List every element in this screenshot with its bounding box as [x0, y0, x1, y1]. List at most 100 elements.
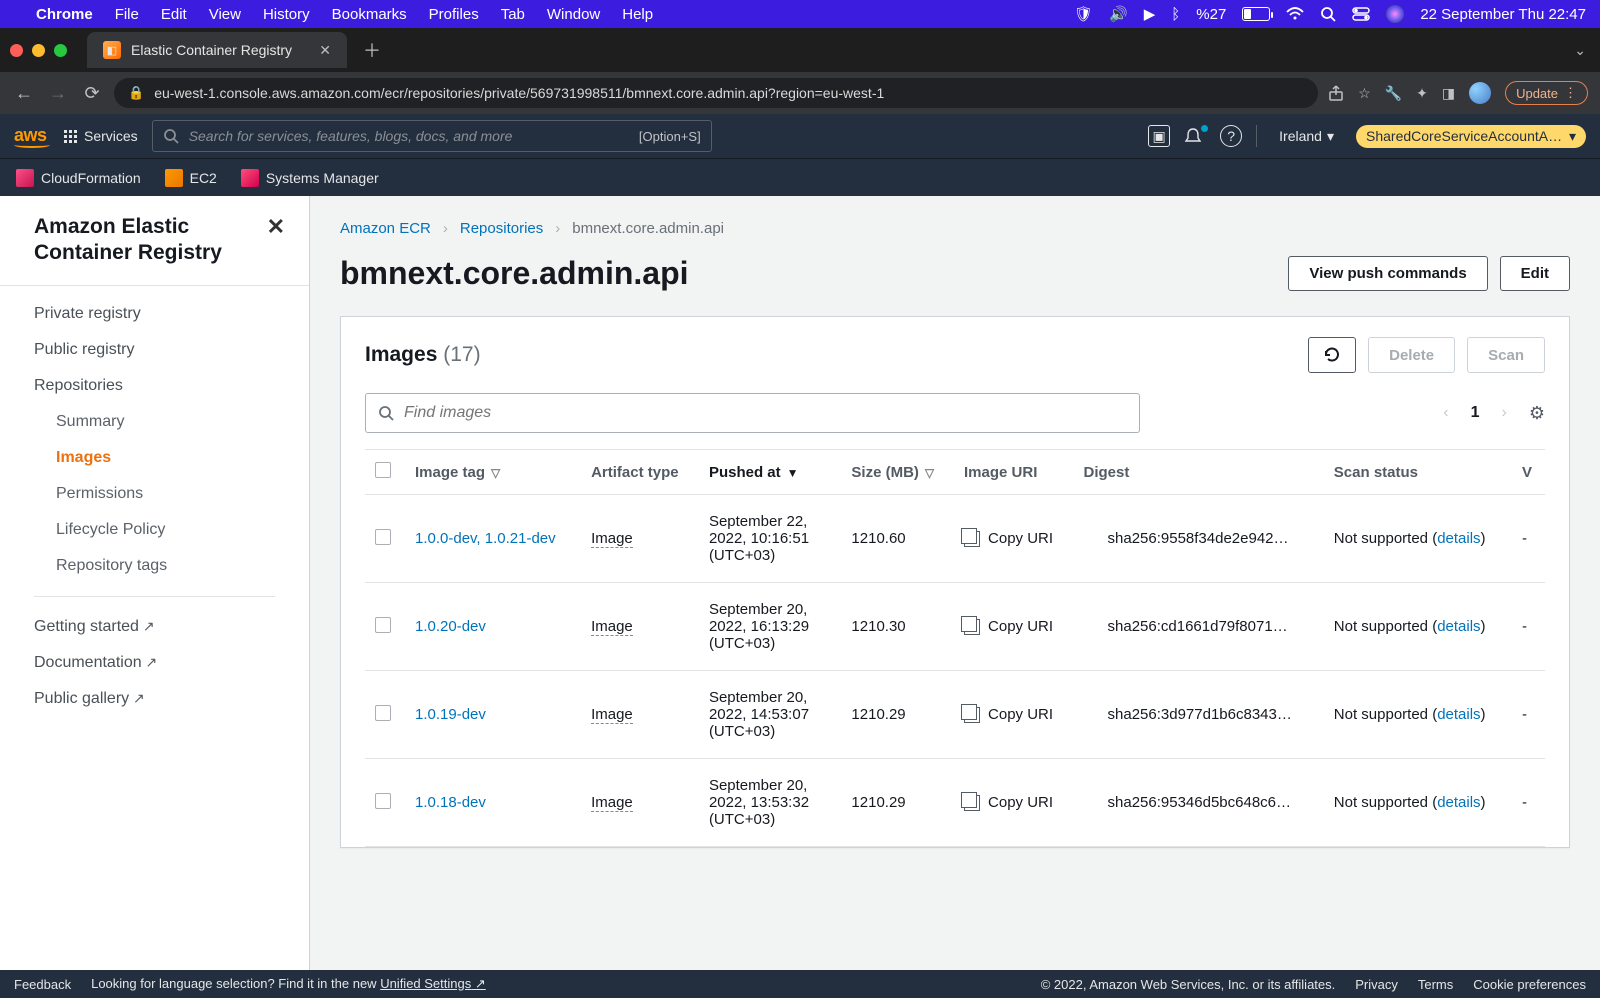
bluetooth-icon[interactable]: ᛒ [1171, 6, 1180, 23]
sidebar-permissions[interactable]: Permissions [0, 476, 309, 512]
extensions-icon[interactable]: ✦ [1416, 85, 1428, 102]
find-images-field[interactable] [404, 404, 1127, 422]
image-tag-link[interactable]: 1.0.20-dev [415, 618, 486, 635]
spotlight-icon[interactable] [1320, 6, 1336, 22]
digest-value[interactable]: sha256:9558f34de2e942… [1084, 530, 1314, 547]
copy-uri-button[interactable]: Copy URI [964, 530, 1064, 547]
col-scan-status[interactable]: Scan status [1324, 450, 1512, 495]
sidebar-repositories[interactable]: Repositories [0, 368, 309, 404]
row-checkbox[interactable] [375, 793, 391, 809]
aws-logo[interactable]: aws [14, 125, 50, 148]
scan-details-link[interactable]: details [1437, 794, 1480, 811]
copy-uri-button[interactable]: Copy URI [964, 618, 1064, 635]
tabs-overflow-icon[interactable]: ⌄ [1574, 42, 1590, 59]
footer-cookies[interactable]: Cookie preferences [1473, 977, 1586, 992]
mac-menu-edit[interactable]: Edit [161, 6, 187, 23]
address-bar[interactable]: 🔒 eu-west-1.console.aws.amazon.com/ecr/r… [114, 78, 1318, 108]
aws-search[interactable]: Search for services, features, blogs, do… [152, 120, 712, 152]
star-icon[interactable]: ☆ [1358, 85, 1371, 102]
volume-icon[interactable]: 🔊 [1109, 5, 1128, 23]
shield-icon[interactable]: 🛡 [1074, 5, 1093, 23]
breadcrumb-root[interactable]: Amazon ECR [340, 220, 431, 237]
sidebar-summary[interactable]: Summary [0, 404, 309, 440]
col-image-uri[interactable]: Image URI [954, 450, 1074, 495]
copy-uri-button[interactable]: Copy URI [964, 794, 1064, 811]
sidebar-repository-tags[interactable]: Repository tags [0, 548, 309, 584]
browser-tab[interactable]: ◧ Elastic Container Registry ✕ [87, 32, 347, 68]
reload-button[interactable]: ⟳ [80, 83, 104, 104]
digest-value[interactable]: sha256:3d977d1b6c8343… [1084, 706, 1314, 723]
footer-terms[interactable]: Terms [1418, 977, 1453, 992]
mac-menu-profiles[interactable]: Profiles [429, 6, 479, 23]
scan-details-link[interactable]: details [1437, 530, 1480, 547]
digest-value[interactable]: sha256:95346d5bc648c6… [1084, 794, 1314, 811]
new-tab-button[interactable]: ＋ [357, 37, 387, 63]
image-tag-link[interactable]: 1.0.18-dev [415, 794, 486, 811]
services-menu[interactable]: Services [64, 128, 138, 144]
share-icon[interactable] [1328, 85, 1344, 101]
edit-button[interactable]: Edit [1500, 256, 1570, 291]
col-image-tag[interactable]: Image tag▽ [405, 450, 581, 495]
wrench-icon[interactable]: 🔧 [1385, 85, 1402, 102]
refresh-button[interactable] [1308, 337, 1356, 373]
select-all-checkbox[interactable] [375, 462, 391, 478]
fav-cloudformation[interactable]: CloudFormation [16, 169, 141, 187]
siri-icon[interactable] [1386, 5, 1404, 23]
update-button[interactable]: Update⋮ [1505, 81, 1588, 105]
control-center-icon[interactable] [1352, 7, 1370, 21]
fav-ec2[interactable]: EC2 [165, 169, 217, 187]
breadcrumb-repositories[interactable]: Repositories [460, 220, 543, 237]
image-tag-link[interactable]: 1.0.0-dev, 1.0.21-dev [415, 530, 556, 547]
mac-menu-bookmarks[interactable]: Bookmarks [332, 6, 407, 23]
sidebar-public-registry[interactable]: Public registry [0, 332, 309, 368]
battery-icon[interactable] [1242, 7, 1270, 21]
mac-menu-history[interactable]: History [263, 6, 310, 23]
row-checkbox[interactable] [375, 705, 391, 721]
row-checkbox[interactable] [375, 617, 391, 633]
collapse-sidebar-icon[interactable]: ✕ [267, 214, 285, 267]
scan-details-link[interactable]: details [1437, 706, 1480, 723]
sidebar-getting-started[interactable]: Getting started [0, 609, 309, 645]
fav-systems-manager[interactable]: Systems Manager [241, 169, 379, 187]
minimize-window-icon[interactable] [32, 44, 45, 57]
sidepanel-icon[interactable]: ◨ [1442, 85, 1455, 102]
col-vulnerabilities[interactable]: V [1512, 450, 1545, 495]
cloudshell-icon[interactable]: ▣ [1148, 125, 1170, 147]
sidebar-private-registry[interactable]: Private registry [0, 296, 309, 332]
help-icon[interactable]: ? [1220, 125, 1242, 147]
sidebar-documentation[interactable]: Documentation [0, 645, 309, 681]
account-selector[interactable]: SharedCoreServiceAccountAcces…▾ [1356, 125, 1586, 148]
mac-menu-tab[interactable]: Tab [501, 6, 525, 23]
close-window-icon[interactable] [10, 44, 23, 57]
scan-details-link[interactable]: details [1437, 618, 1480, 635]
table-settings-icon[interactable]: ⚙ [1529, 403, 1545, 424]
wifi-icon[interactable] [1286, 7, 1304, 21]
notifications-icon[interactable] [1184, 127, 1206, 145]
image-tag-link[interactable]: 1.0.19-dev [415, 706, 486, 723]
profile-avatar-icon[interactable] [1469, 82, 1491, 104]
mac-menu-view[interactable]: View [209, 6, 241, 23]
footer-privacy[interactable]: Privacy [1355, 977, 1398, 992]
col-digest[interactable]: Digest [1074, 450, 1324, 495]
unified-settings-link[interactable]: Unified Settings ↗ [380, 976, 486, 991]
mac-datetime[interactable]: 22 September Thu 22:47 [1420, 6, 1586, 23]
region-selector[interactable]: Ireland▾ [1271, 128, 1342, 145]
tab-close-icon[interactable]: ✕ [319, 42, 331, 59]
back-button[interactable]: ← [12, 83, 36, 104]
col-size[interactable]: Size (MB)▽ [841, 450, 954, 495]
sidebar-images[interactable]: Images [0, 440, 309, 476]
sidebar-public-gallery[interactable]: Public gallery [0, 681, 309, 717]
digest-value[interactable]: sha256:cd1661d79f8071… [1084, 618, 1314, 635]
mac-menu-help[interactable]: Help [622, 6, 653, 23]
maximize-window-icon[interactable] [54, 44, 67, 57]
row-checkbox[interactable] [375, 529, 391, 545]
mac-app-name[interactable]: Chrome [36, 6, 93, 23]
play-icon[interactable]: ▶ [1144, 5, 1156, 23]
mac-menu-window[interactable]: Window [547, 6, 600, 23]
window-controls[interactable] [10, 44, 67, 57]
mac-menu-file[interactable]: File [115, 6, 139, 23]
copy-uri-button[interactable]: Copy URI [964, 706, 1064, 723]
sidebar-lifecycle-policy[interactable]: Lifecycle Policy [0, 512, 309, 548]
feedback-link[interactable]: Feedback [14, 977, 71, 992]
col-pushed-at[interactable]: Pushed at▼ [699, 450, 841, 495]
